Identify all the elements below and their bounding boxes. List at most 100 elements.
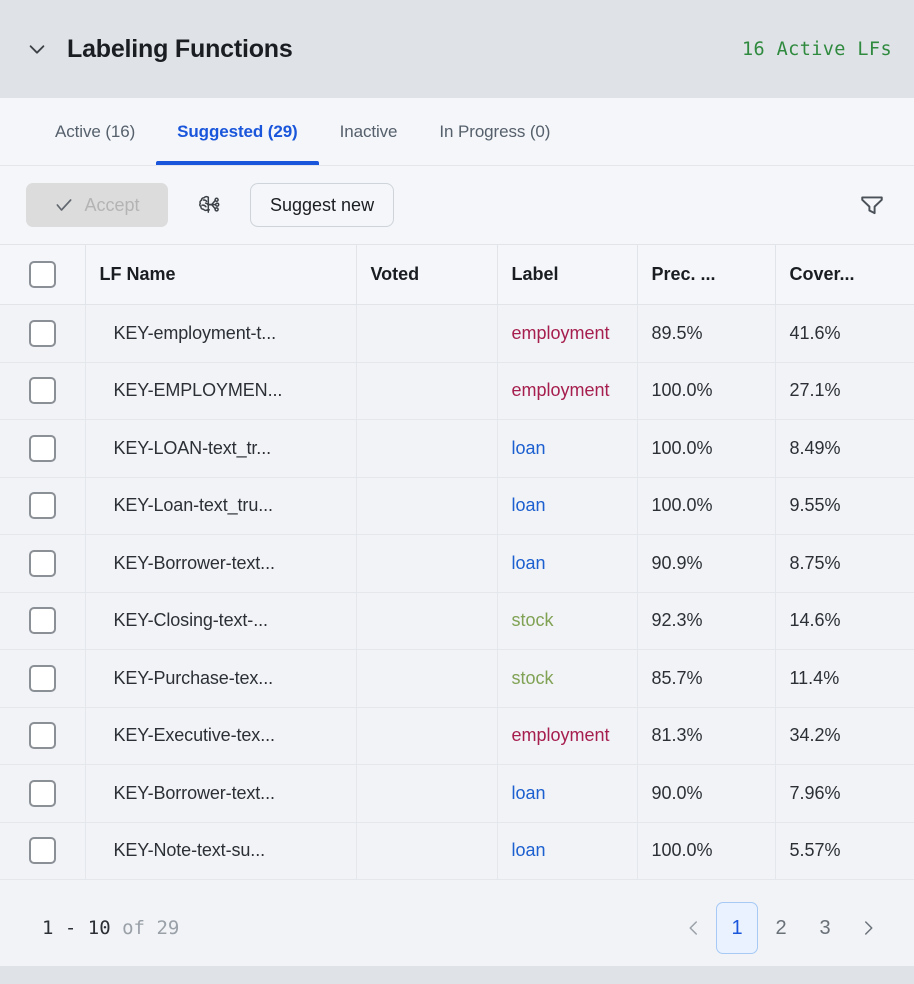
panel-header: Labeling Functions 16 Active LFs [0,0,914,98]
cell-label: loan [497,534,638,593]
row-checkbox[interactable] [28,492,56,520]
cell-precision: 100.0% [637,419,776,478]
column-header-label[interactable]: Label [497,244,638,305]
table-row[interactable]: KEY-Loan-text_tru... loan 100.0% 9.55% [0,477,914,535]
row-checkbox-cell [0,707,86,765]
table-row[interactable]: KEY-Purchase-tex... stock 85.7% 11.4% [0,649,914,708]
column-header-lf-name[interactable]: LF Name [85,244,357,305]
page-title: Labeling Functions [67,34,293,63]
cell-coverage: 9.55% [775,477,914,535]
lf-name-text: KEY-Executive-tex... [113,725,276,746]
cell-label: loan [497,419,638,478]
cell-label: employment [497,304,638,363]
lf-table-container: LF Name Voted Label Prec. ... Cover... K… [0,244,914,890]
row-checkbox-cell [0,419,86,478]
chevron-right-icon[interactable] [848,906,888,950]
cell-label: loan [497,477,638,535]
lf-name-text: KEY-EMPLOYMEN... [113,380,283,401]
label-badge: employment [511,380,610,401]
tab-active[interactable]: Active (16) [50,98,156,165]
cell-lf-name: KEY-employment-t... [85,304,357,363]
label-badge: loan [511,552,546,573]
column-header-coverage[interactable]: Cover... [775,244,914,305]
cell-coverage: 34.2% [775,707,914,765]
chevron-down-icon[interactable] [22,34,52,64]
row-checkbox[interactable] [28,434,56,462]
row-checkbox[interactable] [28,607,56,635]
cell-precision: 92.3% [637,592,776,650]
cell-precision: 85.7% [637,649,776,708]
cell-voted [356,419,498,478]
row-checkbox[interactable] [28,319,56,347]
row-checkbox-cell [0,534,86,593]
cell-voted [356,649,498,708]
cell-lf-name: KEY-Closing-text-... [85,592,357,650]
table-row[interactable]: KEY-Borrower-text... loan 90.9% 8.75% [0,534,914,593]
cell-precision: 89.5% [637,304,776,363]
label-badge: loan [511,495,546,516]
lf-table: LF Name Voted Label Prec. ... Cover... K… [0,244,914,880]
row-checkbox[interactable] [28,779,56,807]
brain-circuit-icon[interactable] [188,183,232,227]
page-button-1[interactable]: 1 [716,902,758,954]
cell-coverage: 5.57% [775,822,914,880]
table-row[interactable]: KEY-Borrower-text... loan 90.0% 7.96% [0,764,914,823]
cell-label: employment [497,707,638,765]
row-checkbox[interactable] [28,837,56,865]
select-all-header [0,244,86,305]
lf-name-text: KEY-LOAN-text_tr... [113,437,272,458]
row-checkbox-cell [0,362,86,420]
cell-voted [356,534,498,593]
lf-name-text: KEY-Closing-text-... [113,610,269,631]
row-checkbox-cell [0,477,86,535]
funnel-filter-icon[interactable] [852,185,892,225]
cell-label: loan [497,822,638,880]
tab-in-progress[interactable]: In Progress (0) [418,98,571,165]
column-header-voted[interactable]: Voted [356,244,498,305]
row-checkbox[interactable] [28,664,56,692]
lf-name-text: KEY-Borrower-text... [113,782,275,803]
cell-precision: 90.9% [637,534,776,593]
table-row[interactable]: KEY-Closing-text-... stock 92.3% 14.6% [0,592,914,650]
cell-lf-name: KEY-LOAN-text_tr... [85,419,357,478]
cell-lf-name: KEY-Purchase-tex... [85,649,357,708]
table-row[interactable]: KEY-employment-t... employment 89.5% 41.6% [0,304,914,363]
bottom-strip [0,966,914,984]
column-header-precision[interactable]: Prec. ... [637,244,776,305]
cell-coverage: 7.96% [775,764,914,823]
select-all-checkbox[interactable] [28,261,56,288]
cell-precision: 81.3% [637,707,776,765]
cell-coverage: 14.6% [775,592,914,650]
check-icon [54,195,74,215]
row-checkbox[interactable] [28,549,56,577]
pagination-footer: 1 - 10 of 29 1 2 3 [0,890,914,966]
table-row[interactable]: KEY-Note-text-su... loan 100.0% 5.57% [0,822,914,880]
cell-voted [356,707,498,765]
lf-name-text: KEY-Borrower-text... [113,552,275,573]
page-button-2[interactable]: 2 [760,902,802,954]
cell-voted [356,764,498,823]
active-lfs-count: 16 Active LFs [742,38,892,60]
labeling-functions-panel: Labeling Functions 16 Active LFs Active … [0,0,914,984]
tab-inactive[interactable]: Inactive [319,98,419,165]
label-badge: employment [511,322,610,343]
page-button-3[interactable]: 3 [804,902,846,954]
table-row[interactable]: KEY-LOAN-text_tr... loan 100.0% 8.49% [0,419,914,478]
pagination-range-of: of [122,917,145,939]
label-badge: stock [511,610,554,631]
cell-coverage: 11.4% [775,649,914,708]
table-row[interactable]: KEY-Executive-tex... employment 81.3% 34.2% [0,707,914,765]
cell-voted [356,822,498,880]
label-badge: loan [511,840,546,861]
label-badge: loan [511,782,546,803]
table-body: KEY-employment-t... employment 89.5% 41.6% K… [0,304,914,880]
suggest-new-button[interactable]: Suggest new [250,183,395,227]
tab-suggested[interactable]: Suggested (29) [156,98,320,165]
row-checkbox[interactable] [28,377,56,405]
row-checkbox-cell [0,304,86,363]
accept-button[interactable]: Accept [26,183,168,227]
cell-precision: 100.0% [637,822,776,880]
chevron-left-icon[interactable] [674,906,714,950]
table-row[interactable]: KEY-EMPLOYMEN... employment 100.0% 27.1% [0,362,914,420]
row-checkbox[interactable] [28,722,56,750]
